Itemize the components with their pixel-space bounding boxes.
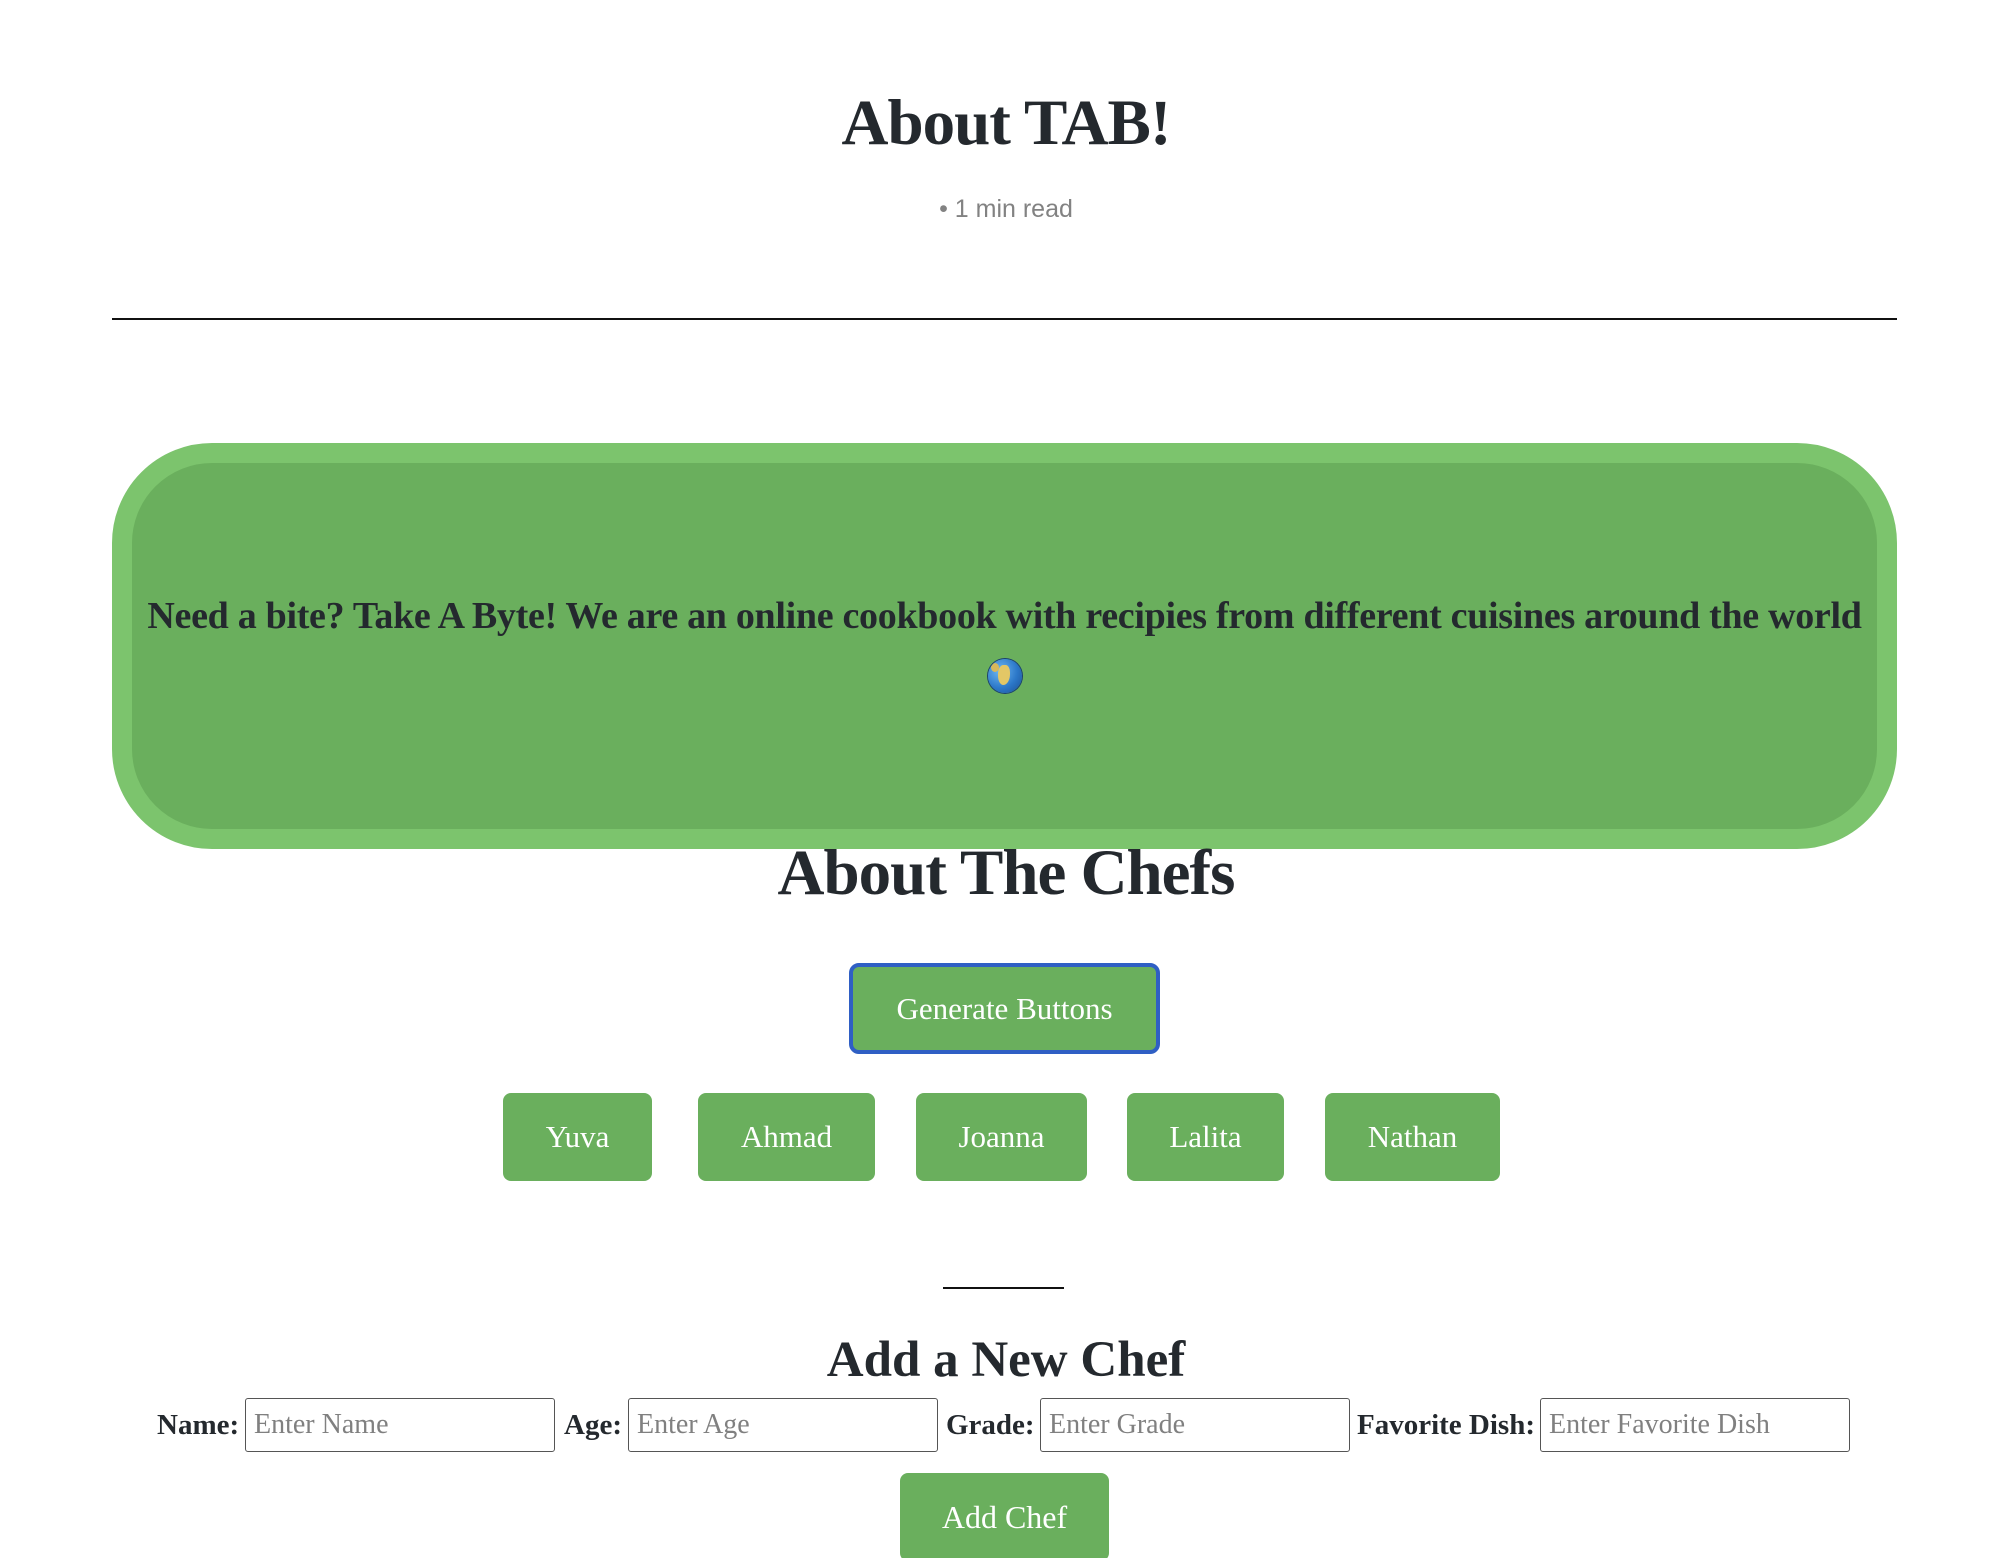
divider (112, 318, 1897, 320)
banner-text: Need a bite? Take A Byte! We are an onli… (147, 595, 1862, 637)
add-chef-form-title: Add a New Chef (826, 1332, 1186, 1388)
favorite-dish-input[interactable] (1540, 1398, 1850, 1452)
grade-label: Grade: (946, 1409, 1035, 1441)
add-chef-button[interactable]: Add Chef (900, 1473, 1109, 1558)
chef-button-lalita[interactable]: Lalita (1127, 1093, 1284, 1181)
age-input[interactable] (628, 1398, 938, 1452)
chef-button-yuva[interactable]: Yuva (503, 1093, 652, 1181)
chef-button-ahmad[interactable]: Ahmad (698, 1093, 875, 1181)
favorite-dish-label: Favorite Dish: (1357, 1409, 1535, 1441)
globe-icon (987, 659, 1022, 694)
grade-input[interactable] (1040, 1398, 1350, 1452)
chef-button-nathan[interactable]: Nathan (1325, 1093, 1500, 1181)
page-title: About TAB! (841, 87, 1172, 159)
name-input[interactable] (245, 1398, 555, 1452)
section-divider (943, 1287, 1064, 1289)
chef-button-joanna[interactable]: Joanna (916, 1093, 1087, 1181)
chefs-section-title: About The Chefs (777, 837, 1236, 909)
generate-buttons-button[interactable]: Generate Buttons (849, 963, 1160, 1054)
read-time: • 1 min read (939, 195, 1073, 223)
intro-banner: Need a bite? Take A Byte! We are an onli… (112, 443, 1897, 849)
age-label: Age: (564, 1409, 622, 1441)
name-label: Name: (157, 1409, 240, 1441)
banner-text-block: Need a bite? Take A Byte! We are an onli… (132, 588, 1877, 702)
